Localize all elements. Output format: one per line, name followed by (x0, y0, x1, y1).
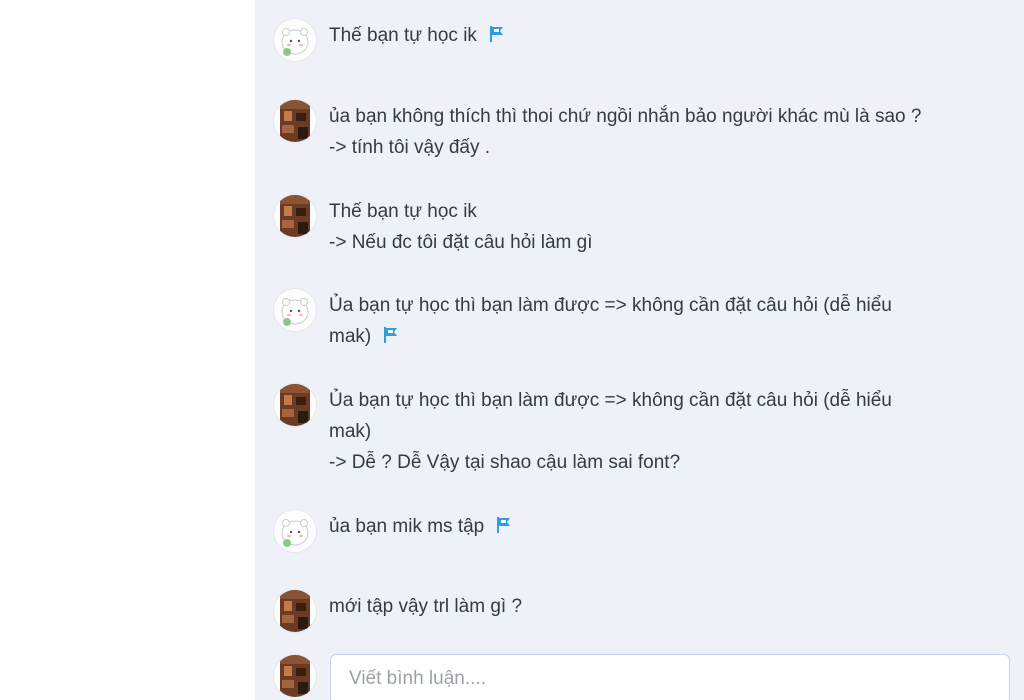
comment-line: Thế bạn tự học ik (329, 201, 477, 222)
left-gutter (0, 0, 165, 700)
flag-icon[interactable] (489, 22, 505, 53)
comment-line-text: mak) (329, 326, 372, 347)
comment-text: Ủa bạn tự học thì bạn làm được => không … (329, 385, 1024, 478)
comment-line: mak) (329, 421, 372, 442)
comment-line: Ủa bạn tự học thì bạn làm được => không … (329, 295, 892, 316)
comment-line: ủa bạn mik ms tập (329, 511, 1024, 544)
flag-icon[interactable] (383, 323, 399, 354)
comment-line: -> Nếu đc tôi đặt câu hỏi làm gì (329, 232, 593, 253)
bear-avatar-icon[interactable] (273, 288, 317, 332)
user-photo-avatar (273, 654, 317, 698)
comment-line: -> Dễ ? Dễ Vậy tại shao cậu làm sai font… (329, 452, 681, 473)
content-panel (165, 0, 255, 700)
comment-line: ủa bạn không thích thì thoi chứ ngồi nhắ… (329, 106, 922, 127)
comment-item: Thế bạn tự học ik (273, 18, 1024, 62)
comment-line: Thế bạn tự học ik (329, 20, 1024, 53)
bear-avatar-icon[interactable] (273, 509, 317, 553)
comment-item: ủa bạn mik ms tập (273, 509, 1024, 553)
comment-text: Thế bạn tự học ik -> Nếu đc tôi đặt câu … (329, 196, 1024, 258)
comment-line: -> tính tôi vậy đấy . (329, 137, 491, 158)
comment-item: ủa bạn không thích thì thoi chứ ngồi nhắ… (273, 99, 1024, 163)
comment-line: mak) (329, 321, 1024, 354)
comments-area: Thế bạn tự học ik ủa bạn không thích thì… (255, 0, 1024, 700)
user-photo-avatar[interactable] (273, 99, 317, 143)
user-photo-avatar[interactable] (273, 194, 317, 238)
comment-line-text: Thế bạn tự học ik (329, 25, 477, 46)
user-photo-avatar[interactable] (273, 589, 317, 633)
comment-line: mới tập vậy trl làm gì ? (329, 596, 523, 617)
comment-item: Ủa bạn tự học thì bạn làm được => không … (273, 383, 1024, 478)
page: Thế bạn tự học ik ủa bạn không thích thì… (0, 0, 1024, 700)
flag-icon[interactable] (496, 513, 512, 544)
comment-text: ủa bạn mik ms tập (329, 511, 1024, 544)
user-photo-avatar[interactable] (273, 383, 317, 427)
comment-text: ủa bạn không thích thì thoi chứ ngồi nhắ… (329, 101, 1024, 163)
comment-text: mới tập vậy trl làm gì ? (329, 591, 1024, 622)
comment-line-text: ủa bạn mik ms tập (329, 516, 485, 537)
comment-item: Thế bạn tự học ik -> Nếu đc tôi đặt câu … (273, 194, 1024, 258)
bear-avatar-icon[interactable] (273, 18, 317, 62)
comment-composer (273, 654, 1010, 700)
comment-item: mới tập vậy trl làm gì ? (273, 589, 1024, 633)
comment-text: Ủa bạn tự học thì bạn làm được => không … (329, 290, 1024, 354)
comment-text: Thế bạn tự học ik (329, 20, 1024, 53)
comment-input[interactable] (330, 654, 1010, 700)
comment-line: Ủa bạn tự học thì bạn làm được => không … (329, 390, 892, 411)
comment-item: Ủa bạn tự học thì bạn làm được => không … (273, 288, 1024, 354)
